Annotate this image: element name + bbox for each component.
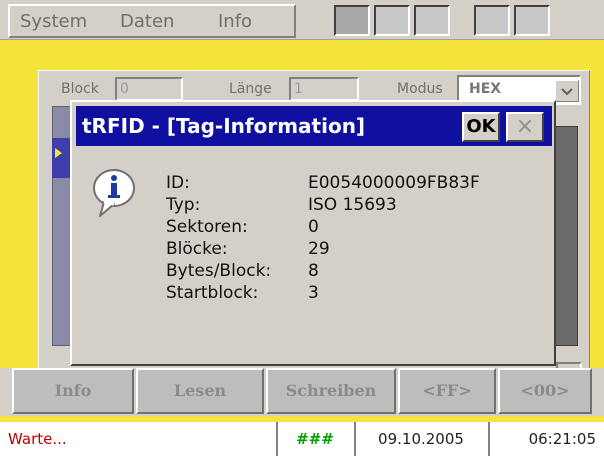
menu-group: System Daten Info <box>8 4 296 38</box>
chevron-down-icon <box>561 88 573 96</box>
info-button[interactable]: Info <box>12 368 134 414</box>
info-value: 29 <box>308 239 330 259</box>
block-label: Block <box>61 81 99 97</box>
mode-label: Modus <box>397 81 443 97</box>
info-row-blocks: Blöcke: 29 <box>166 238 546 260</box>
info-key: ID: <box>166 173 190 193</box>
dialog-titlebar: tRFID - [Tag-Information] OK × <box>76 106 552 146</box>
mode-button-4[interactable] <box>474 5 510 36</box>
info-row-id: ID: E0054000009FB83F <box>166 172 546 194</box>
info-key: Typ: <box>166 195 201 215</box>
mode-button-5[interactable] <box>514 5 550 36</box>
menu-system[interactable]: System <box>20 9 87 35</box>
read-button[interactable]: Lesen <box>136 368 264 414</box>
tag-info-dialog: tRFID - [Tag-Information] OK × ID: E0054… <box>70 100 556 366</box>
status-bar: Warte... ### 09.10.2005 06:21:05 <box>0 422 604 456</box>
info-key: Blöcke: <box>166 239 228 259</box>
menu-info[interactable]: Info <box>218 9 252 35</box>
mode-dropdown-button[interactable] <box>555 80 579 102</box>
info-icon <box>93 169 135 217</box>
status-date: 09.10.2005 <box>354 422 486 456</box>
info-key: Startblock: <box>166 283 259 303</box>
info-row-startblock: Startblock: 3 <box>166 282 546 304</box>
mode-button-3[interactable] <box>414 5 450 36</box>
dialog-title: tRFID - [Tag-Information] <box>82 114 366 138</box>
button-row: Info Lesen Schreiben <FF> <00> <box>0 368 604 416</box>
write-button[interactable]: Schreiben <box>266 368 396 414</box>
mode-button-2[interactable] <box>374 5 410 36</box>
close-button[interactable]: × <box>506 112 544 142</box>
status-time: 06:21:05 <box>488 422 604 456</box>
zero-button[interactable]: <00> <box>498 368 592 414</box>
mode-button-1[interactable] <box>334 5 370 36</box>
info-key: Sektoren: <box>166 217 248 237</box>
close-icon: × <box>515 114 535 139</box>
info-row-type: Typ: ISO 15693 <box>166 194 546 216</box>
ok-button[interactable]: OK <box>462 112 500 142</box>
block-input[interactable]: 0 <box>115 77 183 101</box>
menu-daten[interactable]: Daten <box>120 9 174 35</box>
info-value: ISO 15693 <box>308 195 397 215</box>
info-value: 3 <box>308 283 319 303</box>
info-row-sectors: Sektoren: 0 <box>166 216 546 238</box>
length-label: Länge <box>229 81 272 97</box>
info-value: 8 <box>308 261 319 281</box>
length-input[interactable]: 1 <box>289 77 359 101</box>
mode-select-value: HEX <box>469 81 502 97</box>
menu-bar: System Daten Info <box>0 0 604 40</box>
info-row-bytes-per-block: Bytes/Block: 8 <box>166 260 546 282</box>
info-list: ID: E0054000009FB83F Typ: ISO 15693 Sekt… <box>166 172 546 304</box>
status-indicator: ### <box>276 422 352 456</box>
info-value: E0054000009FB83F <box>308 173 480 193</box>
info-key: Bytes/Block: <box>166 261 272 281</box>
info-value: 0 <box>308 217 319 237</box>
ff-button[interactable]: <FF> <box>398 368 496 414</box>
status-message: Warte... <box>8 430 67 448</box>
